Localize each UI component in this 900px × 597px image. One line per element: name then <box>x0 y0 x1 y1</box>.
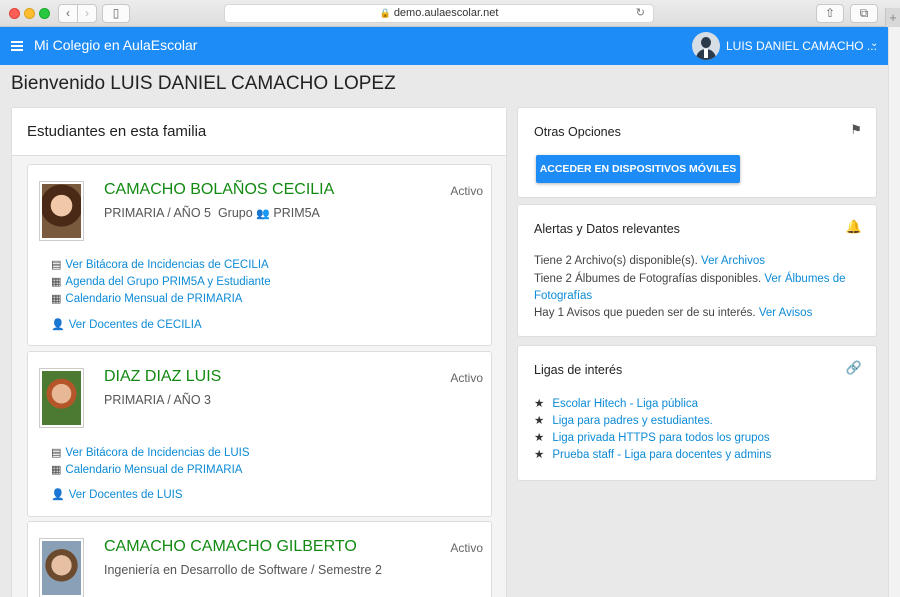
menu-icon[interactable] <box>11 41 23 51</box>
other-options-title: Otras Opciones <box>534 125 621 139</box>
status-badge: Activo <box>450 184 483 198</box>
files-link[interactable]: Ver Archivos <box>701 255 765 267</box>
student-name: CAMACHO CAMACHO GILBERTO <box>104 538 357 555</box>
status-badge: Activo <box>450 541 483 555</box>
alerts-card: Alertas y Datos relevantes 🔔 Tiene 2 Arc… <box>517 204 877 337</box>
albums-line: Tiene 2 Álbumes de Fotografías disponibl… <box>534 273 846 285</box>
calendar-check-icon: ▦ <box>51 276 62 288</box>
back-icon[interactable]: ‹ <box>58 4 78 23</box>
tabs-overview-icon[interactable]: ⧉ <box>850 4 878 23</box>
albums-text: Tiene 2 Álbumes de Fotografías disponibl… <box>534 273 762 285</box>
incidents-link[interactable]: ▤ Ver Bitácora de Incidencias de LUIS <box>51 446 250 459</box>
files-text: Tiene 2 Archivo(s) disponible(s). <box>534 255 698 267</box>
student-level: PRIMARIA / AÑO 5 Grupo 👥 PRIM5A <box>104 206 320 220</box>
maximize-window-button[interactable] <box>39 8 50 19</box>
calendar-icon: ▦ <box>51 464 62 476</box>
student-name: CAMACHO BOLAÑOS CECILIA <box>104 181 335 198</box>
page-title: Bienvenido LUIS DANIEL CAMACHO LOPEZ <box>11 73 396 94</box>
teachers-link[interactable]: 👤 Ver Docentes de CECILIA <box>51 318 202 331</box>
notices-link[interactable]: Ver Avisos <box>759 307 813 319</box>
page-scrollbar[interactable] <box>888 27 900 597</box>
teacher-icon: 👤 <box>51 489 65 501</box>
student-card: CAMACHO CAMACHO GILBERTO Ingeniería en D… <box>27 521 492 597</box>
forward-icon[interactable]: › <box>77 4 97 23</box>
family-panel-title: Estudiantes en esta familia <box>12 108 506 156</box>
alerts-title: Alertas y Datos relevantes <box>534 222 680 236</box>
share-icon[interactable]: ⇧ <box>816 4 844 23</box>
calendar-link[interactable]: ▦ Calendario Mensual de PRIMARIA <box>51 292 242 305</box>
student-level: Ingeniería en Desarrollo de Software / S… <box>104 563 382 577</box>
chevron-down-icon[interactable]: ⌄ <box>870 38 878 49</box>
calendar-link-text: Calendario Mensual de PRIMARIA <box>65 293 243 305</box>
status-badge: Activo <box>450 371 483 385</box>
reload-icon[interactable]: ↻ <box>636 5 645 22</box>
mobile-access-button[interactable]: ACCEDER EN DISPOSITIVOS MÓVILES <box>536 155 740 183</box>
star-icon: ★ <box>534 449 545 461</box>
calendar-icon: ▦ <box>51 293 62 305</box>
family-panel: Estudiantes en esta familia CAMACHO BOLA… <box>11 107 507 597</box>
list-item: ★ Escolar Hitech - Liga pública <box>534 396 698 410</box>
brand-title[interactable]: Mi Colegio en AulaEscolar <box>34 37 197 53</box>
other-options-card: Otras Opciones ⚑ ACCEDER EN DISPOSITIVOS… <box>517 107 877 198</box>
teachers-link-text: Ver Docentes de CECILIA <box>68 319 202 331</box>
student-photo <box>39 538 84 597</box>
user-name[interactable]: LUIS DANIEL CAMACHO ... <box>726 39 877 53</box>
list-item: ★ Liga para padres y estudiantes. <box>534 413 713 427</box>
teachers-link[interactable]: 👤 Ver Docentes de LUIS <box>51 488 183 501</box>
minimize-window-button[interactable] <box>24 8 35 19</box>
flag-icon: ⚑ <box>850 122 862 137</box>
calendar-link[interactable]: ▦ Calendario Mensual de PRIMARIA <box>51 463 242 476</box>
browser-toolbar: ‹ › ▯ 🔒 demo.aulaescolar.net ↻ ⇧ ⧉ + <box>0 0 900 27</box>
student-photo <box>39 368 84 428</box>
star-icon: ★ <box>534 415 545 427</box>
interest-link[interactable]: Liga para padres y estudiantes. <box>552 415 712 427</box>
interest-link[interactable]: Escolar Hitech - Liga pública <box>552 398 698 410</box>
link-icon: 🔗 <box>845 360 862 375</box>
list-item: ★ Prueba staff - Liga para docentes y adm… <box>534 447 771 461</box>
student-level: PRIMARIA / AÑO 3 <box>104 393 211 407</box>
student-card: CAMACHO BOLAÑOS CECILIA PRIMARIA / AÑO 5… <box>27 164 492 346</box>
lock-icon: 🔒 <box>379 8 391 18</box>
bus-icon: ▤ <box>51 259 62 271</box>
student-name: DIAZ DIAZ LUIS <box>104 368 222 385</box>
star-icon: ★ <box>534 398 545 410</box>
student-photo <box>39 181 84 241</box>
new-tab-icon[interactable]: + <box>885 8 900 27</box>
files-line: Tiene 2 Archivo(s) disponible(s). Ver Ar… <box>534 255 765 267</box>
close-window-button[interactable] <box>9 8 20 19</box>
links-title: Ligas de interés <box>534 363 623 377</box>
group-code: PRIM5A <box>273 206 320 220</box>
incidents-link-text: Ver Bitácora de Incidencias de LUIS <box>65 447 250 459</box>
bus-icon: ▤ <box>51 447 62 459</box>
group-label: Grupo <box>217 206 253 220</box>
albums-link-continued[interactable]: Fotografías <box>534 290 592 302</box>
interest-link[interactable]: Liga privada HTTPS para todos los grupos <box>552 432 769 444</box>
group-icon: 👥 <box>256 208 270 220</box>
address-bar[interactable]: 🔒 demo.aulaescolar.net ↻ <box>224 4 654 23</box>
agenda-link-text: Agenda del Grupo PRIM5A y Estudiante <box>65 276 271 288</box>
student-card: DIAZ DIAZ LUIS PRIMARIA / AÑO 3 Activo ▤… <box>27 351 492 517</box>
albums-link[interactable]: Ver Álbumes de <box>764 273 845 285</box>
agenda-link[interactable]: ▦ Agenda del Grupo PRIM5A y Estudiante <box>51 275 271 288</box>
links-card: Ligas de interés 🔗 ★ Escolar Hitech - Lig… <box>517 345 877 481</box>
notices-text: Hay 1 Avisos que pueden ser de su interé… <box>534 307 756 319</box>
interest-link[interactable]: Prueba staff - Liga para docentes y admi… <box>552 449 771 461</box>
calendar-link-text: Calendario Mensual de PRIMARIA <box>65 464 243 476</box>
url-text: demo.aulaescolar.net <box>393 7 499 19</box>
list-item: ★ Liga privada HTTPS para todos los grupo… <box>534 430 770 444</box>
sidebar-toggle-icon[interactable]: ▯ <box>102 4 130 23</box>
student-level-text: PRIMARIA / AÑO 5 <box>104 206 211 220</box>
star-icon: ★ <box>534 432 545 444</box>
teachers-link-text: Ver Docentes de LUIS <box>68 489 183 501</box>
albums-line-2: Fotografías <box>534 290 592 302</box>
notices-line: Hay 1 Avisos que pueden ser de su interé… <box>534 307 812 319</box>
bell-icon: 🔔 <box>845 219 862 234</box>
incidents-link-text: Ver Bitácora de Incidencias de CECILIA <box>65 259 269 271</box>
app-header: Mi Colegio en AulaEscolar LUIS DANIEL CA… <box>0 27 888 65</box>
teacher-icon: 👤 <box>51 319 65 331</box>
incidents-link[interactable]: ▤ Ver Bitácora de Incidencias de CECILIA <box>51 258 269 271</box>
user-avatar[interactable] <box>692 32 720 60</box>
